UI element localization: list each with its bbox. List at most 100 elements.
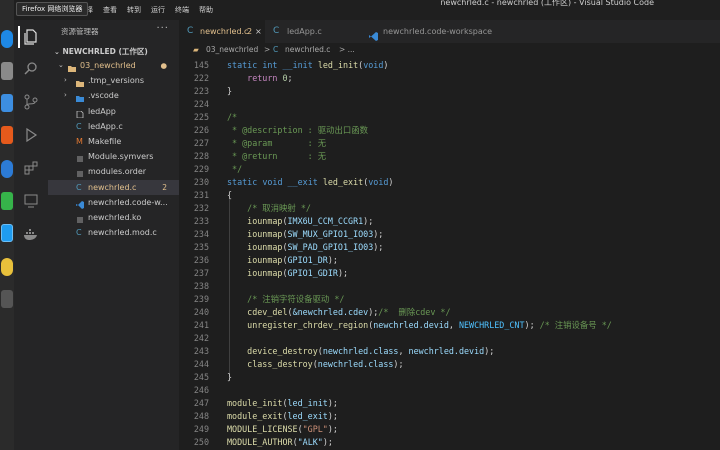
- code-line[interactable]: 241 unregister_chrdev_region(newchrled.d…: [179, 319, 720, 332]
- search-icon[interactable]: [20, 58, 42, 80]
- help-icon[interactable]: [1, 126, 13, 144]
- explorer-title: 资源管理器: [61, 27, 99, 36]
- line-number: 228: [193, 151, 209, 161]
- code-line[interactable]: 222 return 0;: [179, 72, 720, 85]
- line-number: 243: [193, 346, 209, 356]
- code-line[interactable]: 242: [179, 332, 720, 345]
- tree-file-module-symvers[interactable]: Module.symvers: [48, 149, 179, 164]
- tree-folder-vscode[interactable]: › .vscode: [48, 88, 179, 103]
- breadcrumb-more[interactable]: > ...: [339, 43, 355, 57]
- code-line[interactable]: 244 class_destroy(newchrled.class);: [179, 358, 720, 371]
- files-icon[interactable]: [1, 62, 13, 80]
- code-line[interactable]: 224: [179, 98, 720, 111]
- code-text: MODULE_AUTHOR("ALK");: [227, 437, 333, 447]
- more-actions-icon[interactable]: ···: [156, 23, 169, 34]
- code-line[interactable]: 225 /*: [179, 111, 720, 124]
- code-editor[interactable]: 145 static int __init led_init(void) 222 r…: [179, 57, 720, 450]
- menu-item[interactable]: 帮助: [198, 4, 214, 16]
- modified-dot-icon: ●: [160, 61, 167, 70]
- software-icon[interactable]: [1, 94, 13, 112]
- tree-file-workspace[interactable]: newchrled.code-w...: [48, 195, 179, 210]
- tree-folder-tmp-versions[interactable]: › .tmp_versions: [48, 73, 179, 88]
- code-line[interactable]: 233 iounmap(IMX6U_CCM_CCGR1);: [179, 215, 720, 228]
- code-line[interactable]: 247 module_init(led_init);: [179, 397, 720, 410]
- code-text: MODULE_LICENSE("GPL");: [227, 424, 338, 434]
- code-line[interactable]: 235 iounmap(SW_PAD_GPIO1_IO03);: [179, 241, 720, 254]
- menu-item[interactable]: 运行: [150, 4, 166, 16]
- breadcrumb-folder[interactable]: 03_newchrled: [206, 43, 258, 57]
- code-line[interactable]: 229 */: [179, 163, 720, 176]
- docker-icon[interactable]: [20, 223, 42, 245]
- menu-item[interactable]: 转到: [126, 4, 142, 16]
- show-apps-icon[interactable]: [1, 290, 13, 308]
- code-line[interactable]: 223}: [179, 85, 720, 98]
- line-number: 235: [193, 242, 209, 252]
- code-line[interactable]: 249 MODULE_LICENSE("GPL");: [179, 423, 720, 436]
- line-number: 145: [193, 60, 209, 70]
- terminal-icon[interactable]: [1, 192, 13, 210]
- tree-file-ledapp-c[interactable]: C ledApp.c: [48, 119, 179, 134]
- code-line[interactable]: 250 MODULE_AUTHOR("ALK");: [179, 436, 720, 449]
- code-line[interactable]: 246: [179, 384, 720, 397]
- breadcrumb-file[interactable]: newchrled.c: [285, 43, 330, 57]
- code-text: cdev_del(&newchrled.cdev);/* 删除cdev */: [247, 307, 451, 317]
- remote-explorer-icon[interactable]: [20, 190, 42, 212]
- line-number: 226: [193, 125, 209, 135]
- extensions-icon[interactable]: [20, 157, 42, 179]
- code-line[interactable]: 226 * @description : 驱动出口函数: [179, 124, 720, 137]
- code-text: * @return : 无: [227, 151, 327, 161]
- run-debug-icon[interactable]: [20, 124, 42, 146]
- terminal-app-icon[interactable]: [1, 258, 13, 276]
- file-icon: [76, 153, 84, 162]
- vscode-icon[interactable]: [1, 224, 13, 242]
- menu-item[interactable]: 查看: [102, 4, 118, 16]
- source-control-icon[interactable]: [20, 91, 42, 113]
- tab-ledapp-c[interactable]: C ledApp.c: [265, 20, 355, 43]
- tree-file-newchrled-c[interactable]: C newchrled.c 2: [48, 179, 179, 195]
- network-icon[interactable]: [1, 160, 13, 178]
- explorer-icon[interactable]: [18, 26, 42, 48]
- code-line[interactable]: 227 * @param : 无: [179, 137, 720, 150]
- code-text: iounmap(SW_MUX_GPIO1_IO03);: [247, 229, 384, 239]
- line-number: 236: [193, 255, 209, 265]
- dock-tooltip: Firefox 网络浏览器: [16, 2, 89, 16]
- code-text: */: [227, 164, 243, 174]
- line-number: 247: [193, 398, 209, 408]
- code-text: * @param : 无: [227, 138, 327, 148]
- code-line[interactable]: 240 cdev_del(&newchrled.cdev);/* 删除cdev …: [179, 306, 720, 319]
- tab-newchrled-c[interactable]: C newchrled.c 2 ×: [179, 20, 265, 43]
- editor-tabs: C newchrled.c 2 × C ledApp.c newchrled.c…: [179, 20, 720, 43]
- code-line[interactable]: 248 module_exit(led_exit);: [179, 410, 720, 423]
- tree-item-label: .tmp_versions: [88, 76, 145, 86]
- code-text: iounmap(IMX6U_CCM_CCGR1);: [247, 216, 374, 226]
- code-line[interactable]: 228 * @return : 无: [179, 150, 720, 163]
- code-line[interactable]: 234 iounmap(SW_MUX_GPIO1_IO03);: [179, 228, 720, 241]
- code-line[interactable]: 239 /* 注销字符设备驱动 */: [179, 293, 720, 306]
- code-line[interactable]: 230 static void __exit led_exit(void): [179, 176, 720, 189]
- firefox-icon[interactable]: [1, 30, 13, 48]
- close-icon[interactable]: ×: [255, 20, 262, 43]
- code-line[interactable]: 231 {: [179, 189, 720, 202]
- code-line[interactable]: 238: [179, 280, 720, 293]
- code-line[interactable]: 243 device_destroy(newchrled.class, newc…: [179, 345, 720, 358]
- tab-workspace[interactable]: newchrled.code-workspace: [355, 20, 515, 43]
- tree-file-modules-order[interactable]: modules.order: [48, 164, 179, 179]
- tree-item-label: Makefile: [88, 136, 122, 146]
- code-text: /*: [227, 112, 238, 122]
- tree-folder-03-newchrled[interactable]: ⌄ 03_newchrled ●: [48, 58, 179, 73]
- line-number: 239: [193, 294, 209, 304]
- tree-file-makefile[interactable]: M Makefile: [48, 134, 179, 149]
- code-line[interactable]: 232 /* 取消映射 */: [179, 202, 720, 215]
- code-line[interactable]: 236 iounmap(GPIO1_DR);: [179, 254, 720, 267]
- code-line[interactable]: 145 static int __init led_init(void): [179, 59, 720, 72]
- tree-file-newchrled-mod-c[interactable]: C newchrled.mod.c: [48, 225, 179, 240]
- line-number: 242: [193, 333, 209, 343]
- window-title: newchrled.c - newchrled (工作区) - Visual S…: [440, 0, 654, 7]
- code-text: static void __exit led_exit(void): [227, 177, 394, 187]
- tree-file-newchrled-ko[interactable]: newchrled.ko: [48, 210, 179, 225]
- code-line[interactable]: 245}: [179, 371, 720, 384]
- tree-file-ledapp[interactable]: ledApp: [48, 104, 179, 119]
- menu-item[interactable]: 终端: [174, 4, 190, 16]
- code-line[interactable]: 237 iounmap(GPIO1_GDIR);: [179, 267, 720, 280]
- workspace-root[interactable]: ⌄ NEWCHRLED (工作区): [54, 46, 148, 57]
